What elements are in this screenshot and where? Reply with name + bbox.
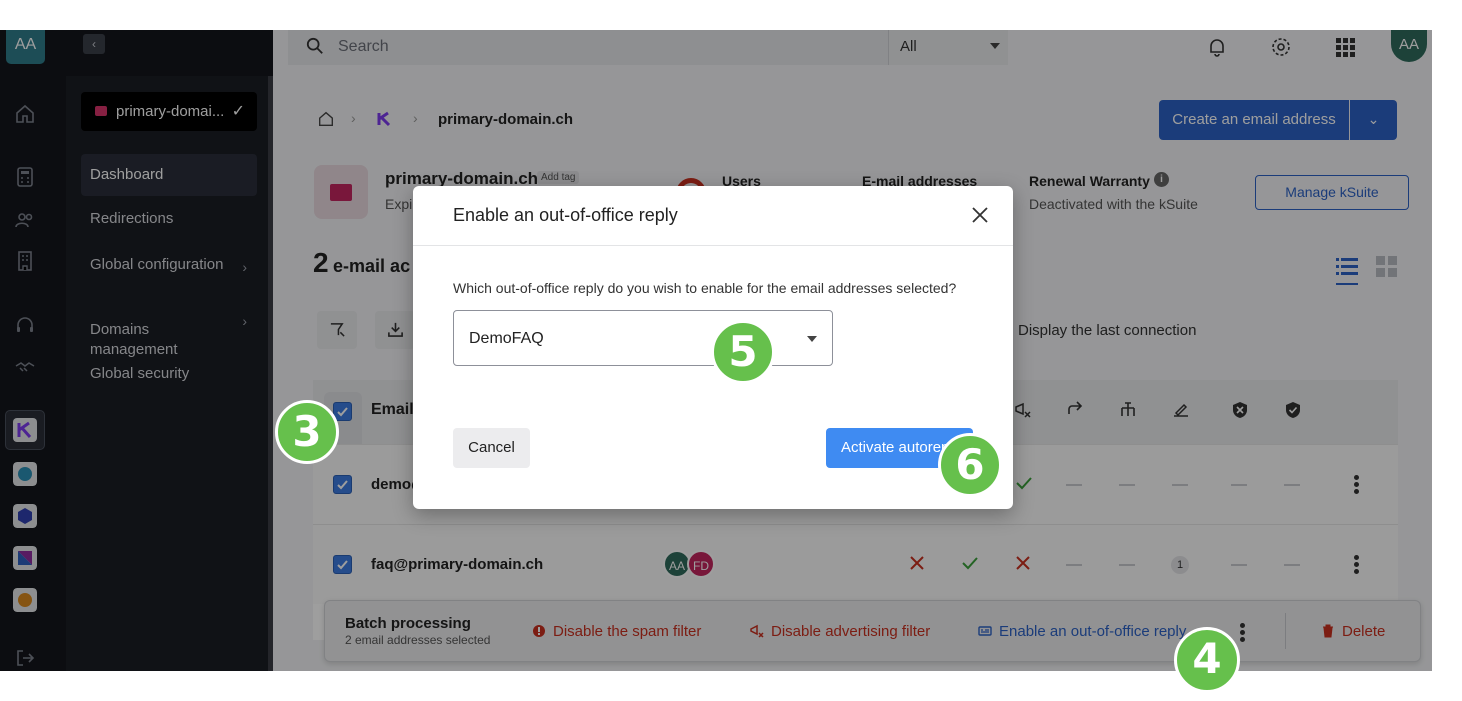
autoreply-select[interactable]: DemoFAQ xyxy=(453,310,833,366)
step-6-marker: 6 xyxy=(938,433,1002,497)
dialog-title: Enable an out-of-office reply xyxy=(453,205,678,225)
dropdown-arrow-icon xyxy=(807,336,817,342)
step-4-marker: 4 xyxy=(1174,627,1240,693)
divider xyxy=(413,245,1013,246)
autoreply-select-value: DemoFAQ xyxy=(469,330,544,347)
step-3-marker: 3 xyxy=(275,400,339,464)
step-5-marker: 5 xyxy=(711,320,775,384)
dialog-question: Which out-of-office reply do you wish to… xyxy=(453,280,957,296)
cancel-button[interactable]: Cancel xyxy=(453,428,530,468)
close-icon[interactable] xyxy=(969,204,991,226)
